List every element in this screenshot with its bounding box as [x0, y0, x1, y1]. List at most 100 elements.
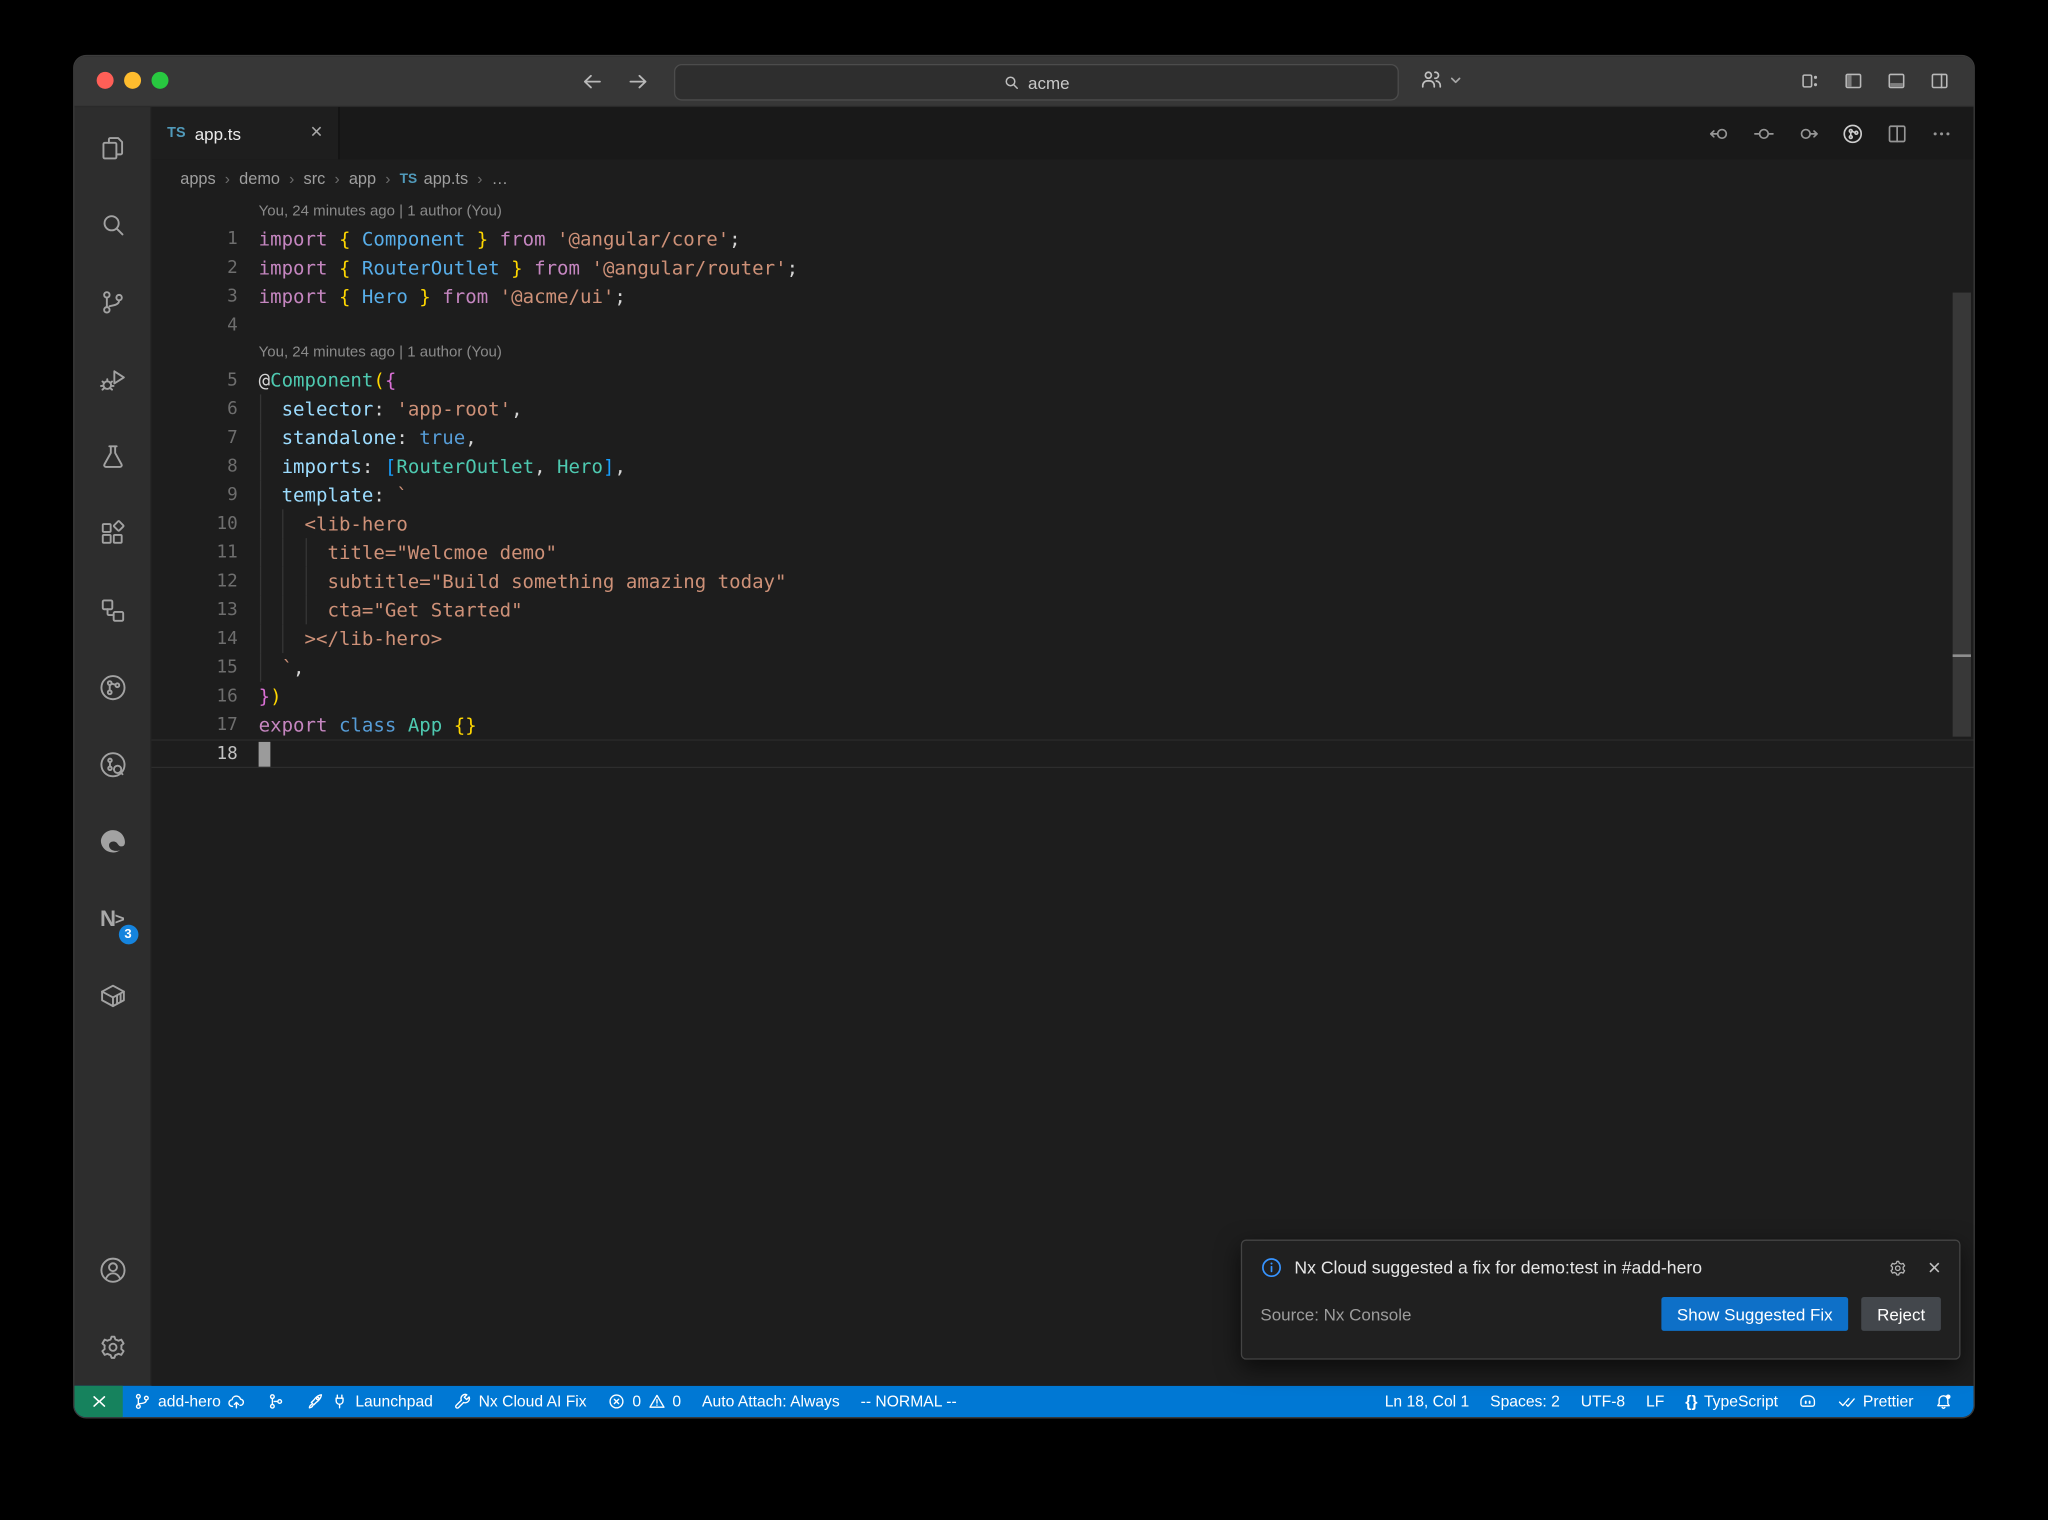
- status-nx-cloud-ai-fix[interactable]: Nx Cloud AI Fix: [443, 1386, 597, 1417]
- status-branch[interactable]: add-hero: [123, 1386, 256, 1417]
- code-line[interactable]: 15 `,: [152, 653, 1974, 682]
- activity-explorer[interactable]: [74, 110, 150, 187]
- breadcrumb-file[interactable]: app.ts: [424, 170, 468, 188]
- breadcrumb-more[interactable]: …: [492, 170, 508, 188]
- status-cursor-position[interactable]: Ln 18, Col 1: [1374, 1386, 1479, 1417]
- ellipsis-icon[interactable]: [1930, 122, 1952, 144]
- tab-strip: TS app.ts ×: [151, 107, 1974, 160]
- status-copilot[interactable]: [1788, 1386, 1827, 1417]
- code-line[interactable]: 13 cta="Get Started": [152, 595, 1974, 625]
- error-icon: [608, 1392, 626, 1410]
- tab-close-icon[interactable]: ×: [310, 122, 322, 144]
- status-prettier[interactable]: Prettier: [1828, 1386, 1924, 1417]
- line-number: 8: [227, 455, 238, 477]
- git-branch-icon: [133, 1392, 151, 1410]
- code-line[interactable]: 17 export class App {}: [152, 711, 1974, 740]
- line-number: 11: [216, 542, 238, 563]
- activity-run-and-debug[interactable]: [74, 341, 150, 418]
- notification-title: Nx Cloud suggested a fix for demo:test i…: [1294, 1257, 1703, 1278]
- activity-nx-graph[interactable]: [74, 649, 150, 726]
- linked-boxes-icon: [96, 594, 129, 627]
- command-center-search[interactable]: acme: [673, 63, 1399, 101]
- nav-forward-icon[interactable]: [1797, 122, 1819, 144]
- split-editor-icon[interactable]: [1886, 122, 1908, 144]
- status-problems[interactable]: 00: [597, 1386, 692, 1417]
- breadcrumb-item[interactable]: demo: [239, 170, 280, 188]
- history-forward-icon[interactable]: [627, 70, 649, 92]
- code-line[interactable]: 18: [152, 739, 1974, 768]
- activity-project-structure[interactable]: [74, 572, 150, 649]
- text-cursor: [258, 741, 271, 767]
- activity-nx-graph-search[interactable]: [74, 726, 150, 803]
- code-line[interactable]: 8 imports: [RouterOutlet, Hero],: [152, 451, 1974, 481]
- minimize-window-button[interactable]: [124, 71, 142, 89]
- nav-back-icon[interactable]: [1708, 122, 1730, 144]
- activity-nx-console[interactable]: N >3: [74, 880, 150, 957]
- activity-search[interactable]: [74, 187, 150, 264]
- nav-circle-icon[interactable]: [1753, 122, 1775, 144]
- activity-accounts[interactable]: [74, 1232, 150, 1309]
- status-eol[interactable]: LF: [1636, 1386, 1675, 1417]
- toggle-panel-icon[interactable]: [1886, 71, 1907, 92]
- code-line[interactable]: 12 subtitle="Build something amazing tod…: [152, 566, 1974, 596]
- git-graph-icon: [267, 1392, 285, 1410]
- show-suggested-fix-button[interactable]: Show Suggested Fix: [1661, 1296, 1849, 1331]
- code-line[interactable]: 4: [152, 311, 1974, 340]
- close-window-button[interactable]: [96, 71, 114, 89]
- status-language[interactable]: {} TypeScript: [1675, 1386, 1789, 1417]
- search-icon: [1003, 74, 1020, 91]
- status-launchpad[interactable]: Launchpad: [295, 1386, 443, 1417]
- reject-button[interactable]: Reject: [1861, 1296, 1941, 1331]
- blame-annotation[interactable]: You, 24 minutes ago | 1 author (You): [152, 340, 1974, 366]
- activity-source-control[interactable]: [74, 264, 150, 341]
- notification-close-icon[interactable]: ×: [1928, 1256, 1941, 1278]
- customize-layout-icon[interactable]: [1800, 71, 1821, 92]
- activity-edge-browser[interactable]: [74, 803, 150, 880]
- status-vim-mode[interactable]: -- NORMAL --: [850, 1386, 967, 1417]
- breadcrumb-separator: ›: [477, 169, 483, 189]
- status-git-graph[interactable]: [256, 1386, 295, 1417]
- activity-settings[interactable]: [74, 1309, 150, 1386]
- activity-containers[interactable]: [74, 957, 150, 1034]
- code-line[interactable]: 16}): [152, 682, 1974, 711]
- gear-icon: [96, 1331, 129, 1364]
- notification-settings-gear-icon[interactable]: [1887, 1257, 1908, 1278]
- activity-testing[interactable]: [74, 418, 150, 495]
- breadcrumb-item[interactable]: src: [304, 170, 326, 188]
- status-auto-attach[interactable]: Auto Attach: Always: [692, 1386, 851, 1417]
- status-notifications[interactable]: [1924, 1386, 1963, 1417]
- notification-source: Source: Nx Console: [1260, 1304, 1412, 1324]
- code-line[interactable]: 1 import { Component } from '@angular/cor…: [152, 225, 1974, 254]
- breadcrumb-separator: ›: [385, 169, 391, 189]
- toggle-sidebar-right-icon[interactable]: [1929, 71, 1950, 92]
- breadcrumb-item[interactable]: apps: [180, 170, 215, 188]
- code-line[interactable]: 6 selector: 'app-root',: [152, 394, 1974, 424]
- status-encoding[interactable]: UTF-8: [1570, 1386, 1635, 1417]
- code-line[interactable]: 7 standalone: true,: [152, 423, 1974, 452]
- tab-app-ts[interactable]: TS app.ts ×: [151, 107, 340, 160]
- notification-toast: Nx Cloud suggested a fix for demo:test i…: [1240, 1239, 1961, 1360]
- line-number: 14: [216, 628, 238, 650]
- breadcrumb-item[interactable]: app: [349, 170, 376, 188]
- profile-menu[interactable]: [1417, 65, 1463, 94]
- code-line[interactable]: 14 ></lib-hero>: [152, 624, 1974, 654]
- code-line[interactable]: 11 title="Welcmoe demo": [152, 538, 1974, 567]
- scrollbar-thumb[interactable]: [1952, 292, 1971, 737]
- editor-scrollbar: [1952, 199, 1971, 1386]
- blame-annotation[interactable]: You, 24 minutes ago | 1 author (You): [152, 199, 1974, 225]
- code-line[interactable]: 3 import { Hero } from '@acme/ui';: [152, 282, 1974, 311]
- code-line[interactable]: 2 import { RouterOutlet } from '@angular/…: [152, 253, 1974, 282]
- activity-extensions[interactable]: [74, 495, 150, 572]
- code-line[interactable]: 10 <lib-hero: [152, 509, 1974, 539]
- typescript-file-icon: TS: [399, 171, 418, 187]
- status-bar: add-hero Launchpad Nx Cloud AI Fix 0 0 Auto A…: [74, 1385, 1974, 1418]
- toggle-sidebar-left-icon[interactable]: [1843, 71, 1864, 92]
- code-line[interactable]: 9 template: `: [152, 480, 1974, 510]
- zoom-window-button[interactable]: [151, 71, 169, 89]
- code-editor[interactable]: You, 24 minutes ago | 1 author (You) 1 imp…: [152, 199, 1974, 1386]
- history-back-icon[interactable]: [581, 70, 603, 92]
- code-line[interactable]: 5 @Component({: [152, 366, 1974, 395]
- remote-indicator[interactable]: [74, 1385, 123, 1418]
- status-indentation[interactable]: Spaces: 2: [1480, 1386, 1571, 1417]
- graph-circle-small-icon[interactable]: [1842, 122, 1864, 144]
